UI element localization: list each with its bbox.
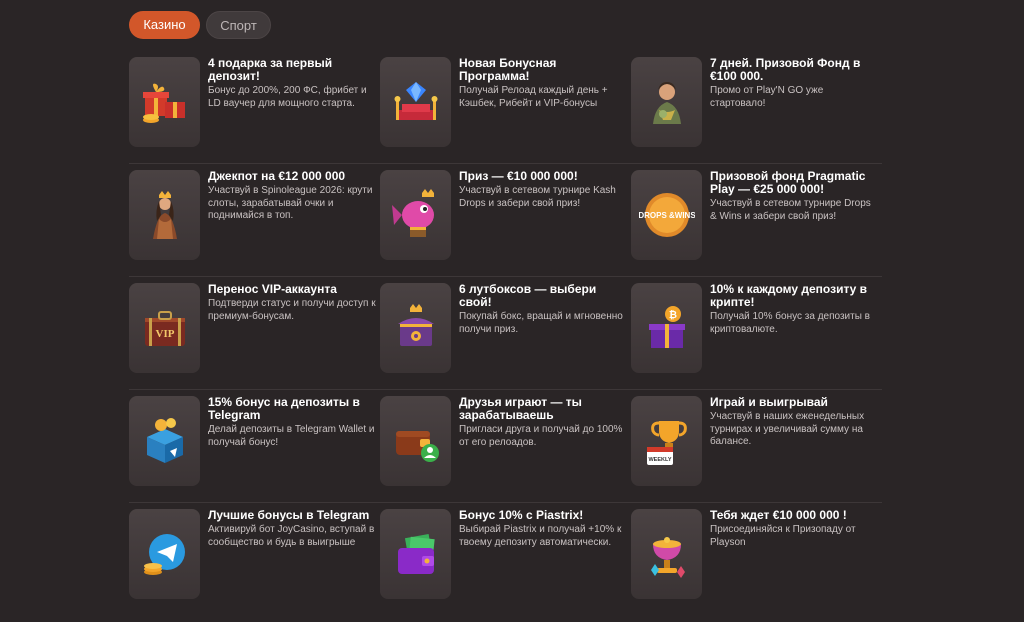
trophy-calendar-icon: WEEKLY (631, 396, 702, 486)
promo-title: Джекпот на €12 000 000 (208, 169, 346, 183)
promo-card[interactable]: WEEKLY Играй и выигрывай Участвуй в наши… (631, 396, 882, 488)
promo-card[interactable]: Новая Бонусная Программа! Получай Релоад… (380, 57, 631, 149)
promo-card[interactable]: 4 подарка за первый депозит! Бонус до 20… (129, 57, 380, 149)
promo-description: Получай 10% бонус за депозиты в криптова… (710, 311, 870, 335)
promo-description: Промо от Play'N GO уже стартовало! (710, 85, 824, 109)
vip-suitcase-icon: VIP (129, 283, 200, 373)
promo-card[interactable]: 7 дней. Призовой Фонд в €100 000. Промо … (631, 57, 882, 149)
category-tabs: Казино Спорт (129, 11, 271, 39)
promo-card[interactable]: Бонус 10% с Piastrix! Выбирай Piastrix и… (380, 509, 631, 601)
promo-card[interactable]: Тебя ждет €10 000 000 ! Присоединяйся к … (631, 509, 882, 601)
promo-card[interactable]: Друзья играют — ты зарабатываешь Приглас… (380, 396, 631, 488)
telegram-wallet-box-icon (129, 396, 200, 486)
loot-box-icon (380, 283, 451, 373)
promo-description: Присоединяйся к Призопаду от Playson (710, 524, 856, 548)
promo-description: Участвуй в сетевом турнире Drops & Wins … (710, 198, 871, 222)
calendar-text: WEEKLY (648, 457, 671, 463)
promo-row: VIP Перенос VIP-аккаунта Подтверди стату… (129, 276, 882, 396)
promo-title: Друзья играют — ты зарабатываешь (459, 395, 582, 422)
pink-fish-icon (380, 170, 451, 260)
promo-description: Делай депозиты в Telegram Wallet и получ… (208, 424, 375, 448)
vip-text: VIP (155, 328, 174, 340)
wallet-friends-icon (380, 396, 451, 486)
gift-boxes-icon (129, 57, 200, 147)
svg-text:₿: ₿ (668, 309, 676, 321)
promo-title: Играй и выигрывай (710, 395, 828, 409)
tab-casino[interactable]: Казино (129, 11, 200, 39)
promo-card[interactable]: Приз — €10 000 000! Участвуй в сетевом т… (380, 170, 631, 262)
promo-title: Тебя ждет €10 000 000 ! (710, 508, 847, 522)
promo-card[interactable]: Джекпот на €12 000 000 Участвуй в Spinol… (129, 170, 380, 262)
promo-title: 6 лутбоксов — выбери свой! (459, 282, 597, 309)
adventurer-icon (631, 57, 702, 147)
purple-wallet-icon (380, 509, 451, 599)
promo-description: Участвуй в наших еженедельных турнирах и… (710, 411, 865, 447)
promo-description: Подтверди статус и получи доступ к преми… (208, 298, 376, 322)
promo-description: Бонус до 200%, 200 ФС, фрибет и LD вауче… (208, 85, 367, 109)
promo-title: Перенос VIP-аккаунта (208, 282, 337, 296)
tab-sport[interactable]: Спорт (206, 11, 271, 39)
promo-title: Новая Бонусная Программа! (459, 56, 557, 83)
promo-title: 15% бонус на депозиты в Telegram (208, 395, 360, 422)
promo-title: 7 дней. Призовой Фонд в €100 000. (710, 56, 861, 83)
promo-title: Приз — €10 000 000! (459, 169, 578, 183)
treasure-cup-icon (631, 509, 702, 599)
promo-row: Джекпот на €12 000 000 Участвуй в Spinol… (129, 163, 882, 283)
promo-card[interactable]: 6 лутбоксов — выбери свой! Покупай бокс,… (380, 283, 631, 375)
promo-card[interactable]: DROPS &WINS Призовой фонд Pragmatic Play… (631, 170, 882, 262)
promo-title: 4 подарка за первый депозит! (208, 56, 333, 83)
promo-description: Участвуй в сетевом турнире Kash Drops и … (459, 185, 616, 209)
promo-row: Лучшие бонусы в Telegram Активируй бот J… (129, 502, 882, 622)
diamond-podium-icon (380, 57, 451, 147)
coin-text: DROPS &WINS (639, 211, 695, 220)
promo-description: Получай Релоад каждый день + Кэшбек, Риб… (459, 85, 608, 109)
promo-card[interactable]: ₿ 10% к каждому депозиту в крипте! Получ… (631, 283, 882, 375)
promo-title: Бонус 10% с Piastrix! (459, 508, 584, 522)
drops-wins-coin-icon: DROPS &WINS (631, 170, 702, 260)
telegram-coins-icon (129, 509, 200, 599)
promo-description: Выбирай Piastrix и получай +10% к твоему… (459, 524, 622, 548)
promo-card[interactable]: Лучшие бонусы в Telegram Активируй бот J… (129, 509, 380, 601)
crypto-gift-icon: ₿ (631, 283, 702, 373)
promo-title: Призовой фонд Pragmatic Play — €25 000 0… (710, 169, 866, 196)
queen-figure-icon (129, 170, 200, 260)
promo-description: Пригласи друга и получай до 100% от его … (459, 424, 623, 448)
promo-description: Участвуй в Spinoleague 2026: крути слоты… (208, 185, 373, 221)
promo-row: 15% бонус на депозиты в Telegram Делай д… (129, 389, 882, 509)
promo-title: Лучшие бонусы в Telegram (208, 508, 370, 522)
promo-grid: 4 подарка за первый депозит! Бонус до 20… (129, 57, 882, 622)
promo-title: 10% к каждому депозиту в крипте! (710, 282, 868, 309)
promo-card[interactable]: 15% бонус на депозиты в Telegram Делай д… (129, 396, 380, 488)
promo-description: Активируй бот JoyCasino, вступай в сообщ… (208, 524, 375, 548)
promo-card[interactable]: VIP Перенос VIP-аккаунта Подтверди стату… (129, 283, 380, 375)
promo-row: 4 подарка за первый депозит! Бонус до 20… (129, 57, 882, 170)
promo-description: Покупай бокс, вращай и мгновенно получи … (459, 311, 623, 335)
